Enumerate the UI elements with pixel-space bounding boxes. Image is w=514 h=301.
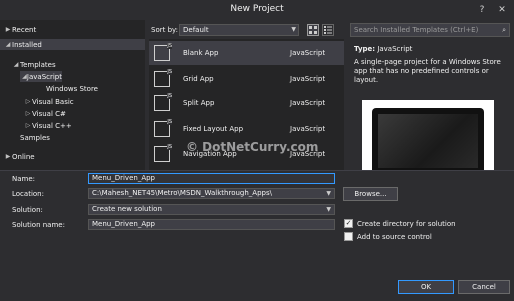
- sort-dropdown[interactable]: Default ▼: [179, 24, 299, 36]
- solution-name-label: Solution name:: [12, 221, 65, 229]
- tree-item-label: JavaScript: [26, 72, 62, 81]
- name-label: Name:: [12, 175, 36, 183]
- ok-button[interactable]: OK: [398, 280, 454, 294]
- template-language: JavaScript: [290, 99, 326, 107]
- template-name: Fixed Layout App: [183, 125, 244, 133]
- tree-item-label: Visual C#: [32, 109, 66, 118]
- create-directory-label: Create directory for solution: [357, 219, 456, 228]
- template-name: Split App: [183, 99, 215, 107]
- sort-value: Default: [183, 26, 209, 34]
- medium-icons-view-icon[interactable]: [307, 24, 319, 36]
- title-bar: New Project ? ✕: [0, 0, 514, 20]
- fixed-layout-app-icon: JS: [154, 119, 172, 137]
- expand-arrow-icon[interactable]: ▷: [24, 110, 32, 117]
- sort-bar: Sort by: Default ▼: [149, 22, 344, 38]
- window-title: New Project: [230, 4, 284, 14]
- sort-label: Sort by:: [151, 26, 179, 34]
- collapse-arrow-icon[interactable]: ◢: [12, 61, 20, 68]
- expand-arrow-icon[interactable]: ▶: [4, 26, 12, 33]
- blank-app-icon: JS: [154, 43, 172, 61]
- expand-arrow-icon[interactable]: ▷: [24, 122, 32, 129]
- browse-button[interactable]: Browse...: [343, 187, 398, 201]
- template-name: Blank App: [183, 49, 219, 57]
- chevron-down-icon[interactable]: ▼: [326, 189, 331, 198]
- tree-item-label: Recent: [12, 25, 37, 34]
- tree-item-label: Samples: [20, 133, 50, 142]
- tree-item-label: Visual C++: [32, 121, 72, 130]
- type-value: JavaScript: [377, 45, 413, 53]
- cancel-button[interactable]: Cancel: [458, 280, 510, 294]
- template-tree: ▶ Recent ◢ Installed ◢ Templates ◢ JavaS…: [0, 20, 145, 170]
- location-label: Location:: [12, 190, 44, 198]
- tree-item-templates[interactable]: ◢ Templates: [12, 59, 56, 70]
- tree-item-installed[interactable]: ◢ Installed: [0, 39, 145, 50]
- close-icon[interactable]: ✕: [496, 4, 508, 16]
- tree-item-label: Installed: [12, 40, 42, 49]
- create-directory-checkbox[interactable]: ✓ Create directory for solution: [344, 219, 456, 228]
- watermark: © DotNetCurry.com: [186, 140, 319, 154]
- tree-item-visual-basic[interactable]: ▷ Visual Basic: [24, 96, 74, 107]
- chevron-down-icon: ▼: [291, 26, 296, 33]
- solution-name-field[interactable]: Menu_Driven_App: [88, 219, 335, 230]
- tree-item-visual-csharp[interactable]: ▷ Visual C#: [24, 108, 66, 119]
- location-value: C:\Mahesh_NET45\Metro\MSDN_Walkthrough_A…: [92, 189, 272, 197]
- chevron-down-icon[interactable]: ▼: [326, 205, 331, 214]
- search-icon[interactable]: ⌕: [502, 24, 506, 36]
- tree-item-label: Windows Store: [46, 84, 98, 93]
- template-language: JavaScript: [290, 49, 326, 57]
- template-type: Type: JavaScript: [354, 45, 412, 53]
- solution-label: Solution:: [12, 206, 43, 214]
- expand-arrow-icon[interactable]: ▶: [4, 153, 12, 160]
- name-value: Menu_Driven_App: [92, 174, 155, 182]
- help-icon[interactable]: ?: [476, 4, 488, 16]
- template-item-blank-app[interactable]: JS Blank App JavaScript: [149, 41, 344, 65]
- template-item-grid-app[interactable]: JS Grid App JavaScript: [149, 67, 344, 91]
- template-item-split-app[interactable]: JS Split App JavaScript: [149, 91, 344, 115]
- search-input[interactable]: Search Installed Templates (Ctrl+E) ⌕: [350, 23, 510, 37]
- template-language: JavaScript: [290, 125, 326, 133]
- tree-item-label: Visual Basic: [32, 97, 74, 106]
- list-view-icon[interactable]: [322, 24, 334, 36]
- solution-dropdown[interactable]: Create new solution ▼: [88, 204, 335, 215]
- solution-name-value: Menu_Driven_App: [92, 220, 155, 228]
- tree-item-samples[interactable]: Samples: [20, 132, 50, 143]
- split-app-icon: JS: [154, 93, 172, 111]
- location-field[interactable]: C:\Mahesh_NET45\Metro\MSDN_Walkthrough_A…: [88, 188, 335, 199]
- template-description: A single-page project for a Windows Stor…: [354, 58, 501, 84]
- search-placeholder: Search Installed Templates (Ctrl+E): [354, 26, 479, 34]
- project-form: Name: Menu_Driven_App Location: C:\Mahes…: [0, 170, 514, 301]
- source-control-checkbox[interactable]: Add to source control: [344, 232, 432, 241]
- checkbox-checked-icon[interactable]: ✓: [344, 219, 353, 228]
- source-control-label: Add to source control: [357, 232, 432, 241]
- collapse-arrow-icon[interactable]: ◢: [4, 41, 12, 48]
- template-item-fixed-layout-app[interactable]: JS Fixed Layout App JavaScript: [149, 117, 344, 141]
- grid-app-icon: JS: [154, 69, 172, 87]
- details-pane: Search Installed Templates (Ctrl+E) ⌕ Ty…: [348, 20, 514, 180]
- name-field[interactable]: Menu_Driven_App: [88, 173, 335, 184]
- navigation-app-icon: JS: [154, 144, 172, 162]
- tree-item-javascript[interactable]: ◢ JavaScript: [20, 71, 62, 82]
- solution-value: Create new solution: [92, 205, 162, 213]
- expand-arrow-icon[interactable]: ▷: [24, 98, 32, 105]
- template-language: JavaScript: [290, 75, 326, 83]
- tree-item-recent[interactable]: ▶ Recent: [4, 24, 37, 35]
- tree-item-windows-store[interactable]: Windows Store: [46, 83, 98, 94]
- checkbox-unchecked-icon[interactable]: [344, 232, 353, 241]
- type-label: Type:: [354, 45, 376, 53]
- template-name: Grid App: [183, 75, 214, 83]
- template-preview-image: [362, 100, 494, 180]
- tree-item-label: Online: [12, 152, 35, 161]
- tree-item-label: Templates: [20, 60, 56, 69]
- tablet-icon: [372, 108, 484, 174]
- tree-item-online[interactable]: ▶ Online: [4, 151, 35, 162]
- tree-item-visual-cpp[interactable]: ▷ Visual C++: [24, 120, 72, 131]
